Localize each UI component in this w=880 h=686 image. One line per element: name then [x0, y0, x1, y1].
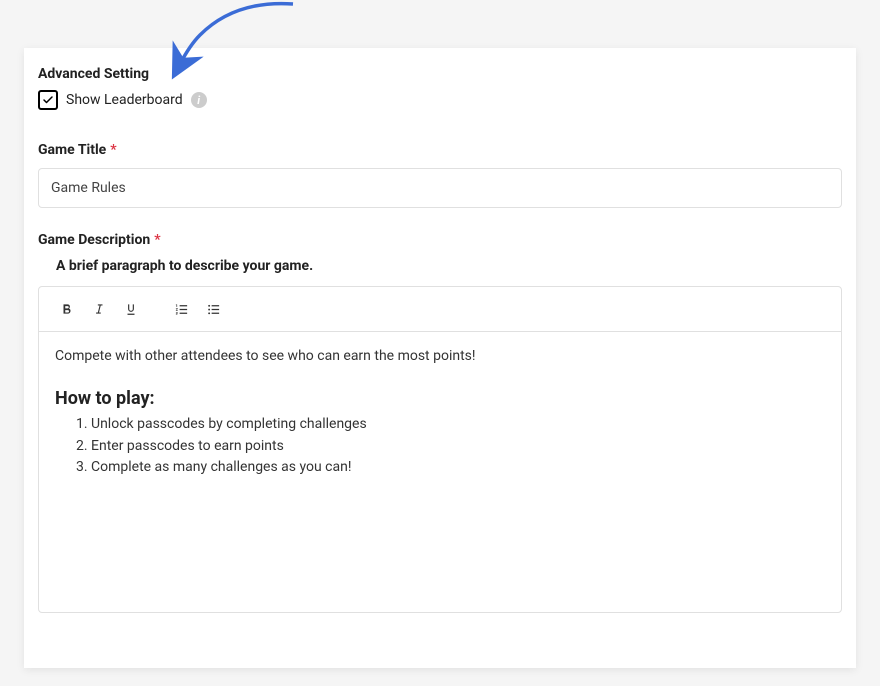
game-description-helper: A brief paragraph to describe your game.	[56, 258, 842, 274]
editor-content-area[interactable]: Compete with other attendees to see who …	[39, 332, 841, 612]
game-description-label: Game Description*	[38, 232, 842, 248]
editor-intro-text: Compete with other attendees to see who …	[55, 348, 825, 364]
game-title-group: Game Title*	[38, 142, 842, 208]
editor-step: Unlock passcodes by completing challenge…	[91, 415, 825, 435]
underline-icon	[124, 302, 138, 316]
italic-button[interactable]	[85, 295, 113, 323]
form-card: Advanced Setting Show Leaderboard i Game…	[24, 48, 856, 668]
bullet-list-icon	[206, 302, 221, 317]
checkmark-icon	[42, 94, 54, 106]
bold-icon	[60, 302, 74, 316]
advanced-setting-heading: Advanced Setting	[38, 66, 842, 82]
info-icon[interactable]: i	[191, 92, 207, 108]
bullet-list-button[interactable]	[199, 295, 227, 323]
editor-step: Complete as many challenges as you can!	[91, 458, 825, 478]
game-description-group: Game Description* A brief paragraph to d…	[38, 232, 842, 613]
richtext-editor: Compete with other attendees to see who …	[38, 286, 842, 613]
show-leaderboard-checkbox[interactable]	[38, 90, 58, 110]
required-mark: *	[110, 142, 116, 158]
ordered-list-button[interactable]	[167, 295, 195, 323]
required-mark: *	[154, 232, 160, 248]
italic-icon	[92, 302, 106, 316]
underline-button[interactable]	[117, 295, 145, 323]
editor-toolbar	[39, 287, 841, 332]
ordered-list-icon	[174, 302, 189, 317]
show-leaderboard-label: Show Leaderboard	[66, 92, 183, 108]
game-title-label: Game Title*	[38, 142, 842, 158]
show-leaderboard-row: Show Leaderboard i	[38, 90, 842, 110]
editor-step: Enter passcodes to earn points	[91, 437, 825, 457]
game-title-input[interactable]	[38, 168, 842, 208]
editor-steps-list: Unlock passcodes by completing challenge…	[55, 415, 825, 478]
bold-button[interactable]	[53, 295, 81, 323]
editor-how-to-play-heading: How to play:	[55, 388, 825, 409]
